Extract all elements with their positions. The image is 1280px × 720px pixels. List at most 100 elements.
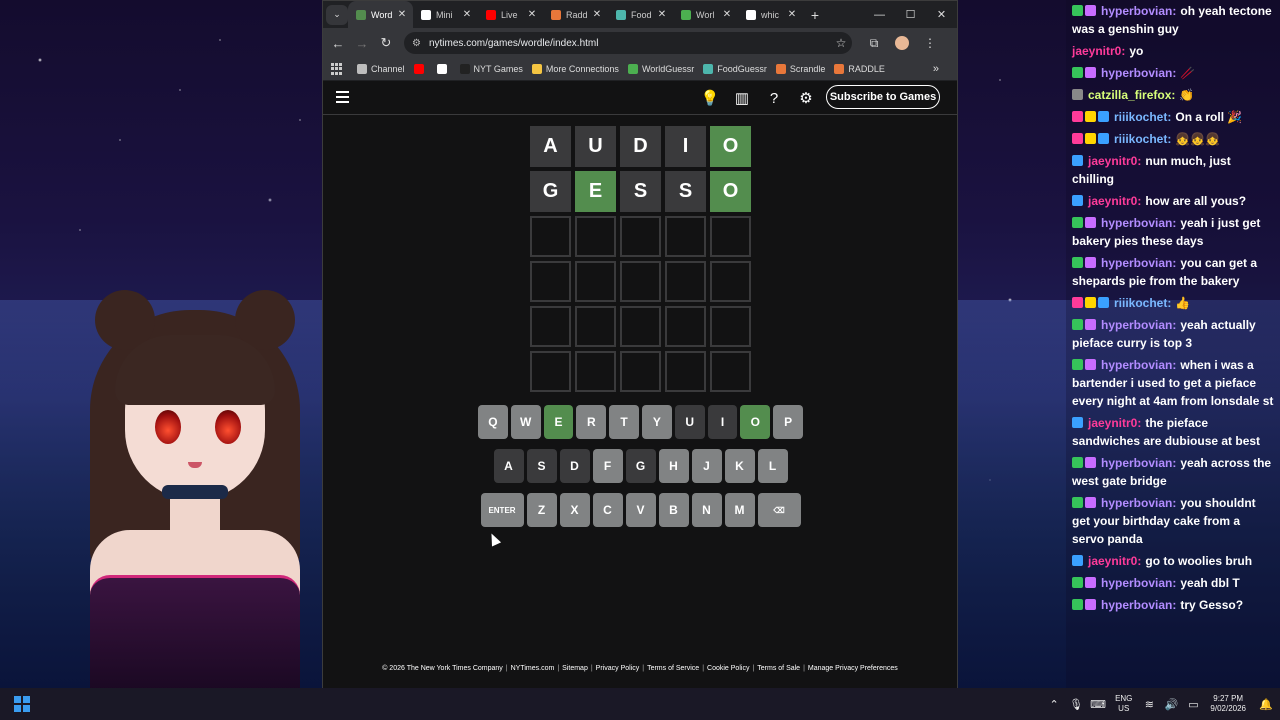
footer-link[interactable]: Privacy Policy	[596, 665, 640, 672]
browser-tab[interactable]: Food ✕	[608, 1, 673, 28]
bookmark-item[interactable]	[436, 64, 451, 74]
chat-username[interactable]: hyperbovian:	[1101, 598, 1176, 612]
profile-avatar[interactable]	[895, 36, 909, 50]
key-h[interactable]: H	[658, 449, 689, 483]
chat-username[interactable]: jaeynitr0:	[1088, 416, 1141, 430]
key-x[interactable]: X	[559, 493, 590, 527]
menu-icon[interactable]	[336, 91, 349, 106]
key-l[interactable]: L	[757, 449, 788, 483]
subscribe-button[interactable]: Subscribe to Games	[826, 85, 940, 109]
footer-link[interactable]: Terms of Sale	[757, 665, 800, 672]
battery-icon[interactable]: ▭	[1182, 698, 1204, 711]
microphone-icon[interactable]: 🎙	[1065, 698, 1087, 711]
key-n[interactable]: N	[691, 493, 722, 527]
backspace-key[interactable]: ⌫	[757, 493, 801, 527]
chat-username[interactable]: riiikochet:	[1114, 296, 1171, 310]
footer-link[interactable]: NYTimes.com	[511, 665, 555, 672]
chat-username[interactable]: hyperbovian:	[1101, 256, 1176, 270]
key-g[interactable]: G	[625, 449, 656, 483]
footer-link[interactable]: Cookie Policy	[707, 665, 749, 672]
key-o[interactable]: O	[740, 405, 771, 439]
tab-close-icon[interactable]: ✕	[525, 9, 539, 20]
browser-tab[interactable]: whic ✕	[738, 1, 803, 28]
key-f[interactable]: F	[592, 449, 623, 483]
stats-icon[interactable]: ▥	[731, 88, 753, 108]
wifi-icon[interactable]: ≋	[1138, 698, 1160, 711]
new-tab-button[interactable]: +	[803, 7, 827, 23]
tab-close-icon[interactable]: ✕	[460, 9, 474, 20]
keyboard-icon[interactable]: ⌨	[1087, 698, 1109, 711]
tray-overflow-icon[interactable]: ⌃	[1043, 698, 1065, 711]
footer-link[interactable]: Sitemap	[562, 665, 588, 672]
volume-icon[interactable]: 🔊	[1160, 698, 1182, 711]
extensions-icon[interactable]: ⧉	[860, 36, 888, 51]
browser-menu-icon[interactable]: ⋮	[916, 36, 944, 50]
chat-username[interactable]: jaeynitr0:	[1088, 554, 1141, 568]
bookmark-item[interactable]: NYT Games	[459, 64, 523, 74]
back-button[interactable]: ←	[326, 36, 350, 51]
forward-button[interactable]: →	[350, 36, 374, 51]
bookmark-item[interactable]: Scrandle	[775, 64, 825, 74]
chat-username[interactable]: hyperbovian:	[1101, 496, 1176, 510]
settings-gear-icon[interactable]: ⚙	[795, 88, 817, 108]
footer-link[interactable]: Manage Privacy Preferences	[808, 665, 898, 672]
key-c[interactable]: C	[592, 493, 623, 527]
key-t[interactable]: T	[609, 405, 639, 439]
chat-username[interactable]: jaeynitr0:	[1072, 44, 1125, 58]
maximize-button[interactable]: ☐	[895, 1, 926, 28]
close-window-button[interactable]: ✕	[926, 1, 957, 28]
chat-username[interactable]: hyperbovian:	[1101, 358, 1176, 372]
key-i[interactable]: I	[707, 405, 738, 439]
key-u[interactable]: U	[674, 405, 705, 439]
browser-tab[interactable]: Radd ✕	[543, 1, 608, 28]
chat-username[interactable]: hyperbovian:	[1101, 4, 1176, 18]
start-button-icon[interactable]	[14, 696, 30, 712]
language-indicator[interactable]: ENG US	[1115, 694, 1132, 714]
bookmark-item[interactable]: WorldGuessr	[627, 64, 694, 74]
tab-close-icon[interactable]: ✕	[785, 9, 799, 20]
enter-key[interactable]: ENTER	[480, 493, 524, 527]
browser-tab[interactable]: Worl ✕	[673, 1, 738, 28]
tab-close-icon[interactable]: ✕	[395, 9, 409, 20]
help-icon[interactable]: ?	[763, 88, 785, 108]
chat-username[interactable]: hyperbovian:	[1101, 318, 1176, 332]
bookmark-item[interactable]: More Connections	[531, 64, 619, 74]
chat-username[interactable]: hyperbovian:	[1101, 456, 1176, 470]
key-k[interactable]: K	[724, 449, 755, 483]
key-y[interactable]: Y	[642, 405, 672, 439]
chat-username[interactable]: riiikochet:	[1114, 110, 1171, 124]
chat-username[interactable]: riiikochet:	[1114, 132, 1171, 146]
address-bar[interactable]: ⚙ nytimes.com/games/wordle/index.html ☆	[404, 32, 852, 54]
bookmark-item[interactable]	[413, 64, 428, 74]
minimize-button[interactable]: —	[864, 1, 895, 28]
clock[interactable]: 9:27 PM 9/02/2026	[1210, 694, 1246, 714]
bookmark-star-icon[interactable]: ☆	[830, 36, 852, 50]
bookmark-item[interactable]: RADDLE	[834, 64, 885, 74]
key-s[interactable]: S	[526, 449, 557, 483]
chat-username[interactable]: hyperbovian:	[1101, 66, 1176, 80]
tab-close-icon[interactable]: ✕	[720, 9, 734, 20]
bookmark-item[interactable]: FoodGuessr	[703, 64, 767, 74]
hint-bulb-icon[interactable]: 💡	[699, 88, 721, 108]
bookmark-item[interactable]: Channel	[357, 64, 405, 74]
key-b[interactable]: B	[658, 493, 689, 527]
key-p[interactable]: P	[773, 405, 803, 439]
key-e[interactable]: E	[543, 405, 574, 439]
key-m[interactable]: M	[724, 493, 755, 527]
key-z[interactable]: Z	[526, 493, 557, 527]
key-j[interactable]: J	[691, 449, 722, 483]
chat-username[interactable]: catzilla_firefox:	[1088, 88, 1175, 102]
notification-bell-icon[interactable]: 🔔	[1252, 698, 1280, 711]
chat-username[interactable]: jaeynitr0:	[1088, 194, 1141, 208]
key-q[interactable]: Q	[478, 405, 508, 439]
key-r[interactable]: R	[576, 405, 607, 439]
key-w[interactable]: W	[510, 405, 541, 439]
reload-button[interactable]: ↻	[374, 35, 398, 51]
browser-tab[interactable]: Mini ✕	[413, 1, 478, 28]
tab-close-icon[interactable]: ✕	[655, 9, 669, 20]
chat-username[interactable]: hyperbovian:	[1101, 216, 1176, 230]
footer-link[interactable]: © 2026 The New York Times Company	[382, 665, 503, 672]
tab-search-button[interactable]: ⌄	[326, 4, 348, 25]
chat-username[interactable]: hyperbovian:	[1101, 576, 1176, 590]
tab-close-icon[interactable]: ✕	[590, 9, 604, 20]
